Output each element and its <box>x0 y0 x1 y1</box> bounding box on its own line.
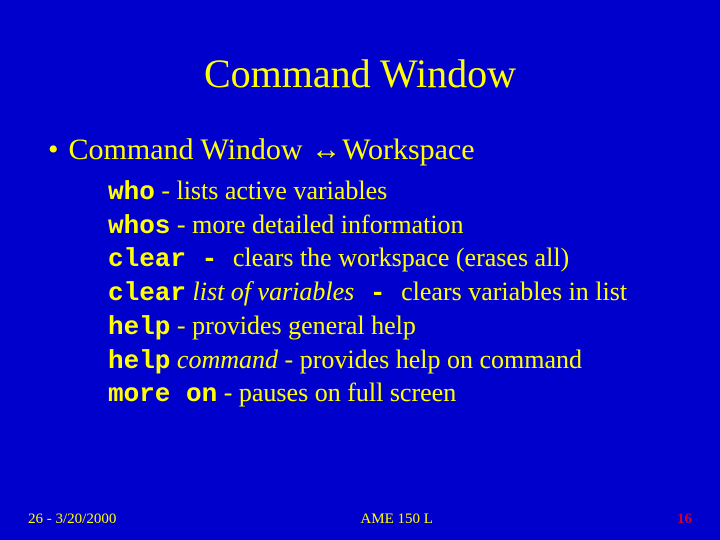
cmd-name: clear <box>108 278 186 308</box>
cmd-desc: pauses on full screen <box>239 378 456 407</box>
cmd-sep: - <box>186 244 233 274</box>
page-number: 16 <box>677 511 692 528</box>
bullet-heading: • Command Window ↔Workspace <box>48 133 680 167</box>
footer: 26 - 3/20/2000 AME 150 L 16 <box>0 511 720 528</box>
content-area: • Command Window ↔Workspace who - lists … <box>0 133 720 411</box>
cmd-desc: provides help on command <box>300 345 582 374</box>
cmd-name: help <box>108 346 170 376</box>
cmd-desc: clears variables in list <box>401 277 627 306</box>
list-item: who - lists active variables <box>108 175 680 209</box>
cmd-name: who <box>108 177 155 207</box>
cmd-desc: lists active variables <box>176 176 387 205</box>
bullet-right: Workspace <box>342 133 475 166</box>
cmd-name: more on <box>108 379 217 409</box>
slide-title: Command Window <box>0 0 720 133</box>
list-item: whos - more detailed information <box>108 209 680 243</box>
footer-left: 26 - 3/20/2000 <box>28 511 116 528</box>
list-item: help - provides general help <box>108 310 680 344</box>
cmd-arg: command <box>170 345 278 374</box>
bullet-icon: • <box>48 135 59 165</box>
bullet-left: Command Window <box>69 133 311 166</box>
cmd-name: whos <box>108 211 170 241</box>
cmd-arg: list of variables <box>186 277 354 306</box>
cmd-sep: - <box>217 378 239 407</box>
double-arrow-icon: ↔ <box>310 133 342 166</box>
list-item: help command - provides help on command <box>108 344 680 378</box>
cmd-name: clear <box>108 244 186 274</box>
cmd-sep: - <box>155 176 177 205</box>
footer-center: AME 150 L <box>360 511 433 528</box>
list-item: clear - clears the workspace (erases all… <box>108 242 680 276</box>
cmd-desc: more detailed information <box>192 210 463 239</box>
cmd-sep: - <box>170 210 192 239</box>
cmd-sep: - <box>278 345 300 374</box>
bullet-text: Command Window ↔Workspace <box>69 133 475 167</box>
list-item: clear list of variables - clears variabl… <box>108 276 680 310</box>
cmd-name: help <box>108 312 170 342</box>
cmd-sep: - <box>170 311 192 340</box>
cmd-desc: clears the workspace (erases all) <box>233 243 569 272</box>
cmd-desc: provides general help <box>192 311 416 340</box>
cmd-sep: - <box>354 278 401 308</box>
list-item: more on - pauses on full screen <box>108 377 680 411</box>
command-list: who - lists active variables whos - more… <box>48 175 680 411</box>
